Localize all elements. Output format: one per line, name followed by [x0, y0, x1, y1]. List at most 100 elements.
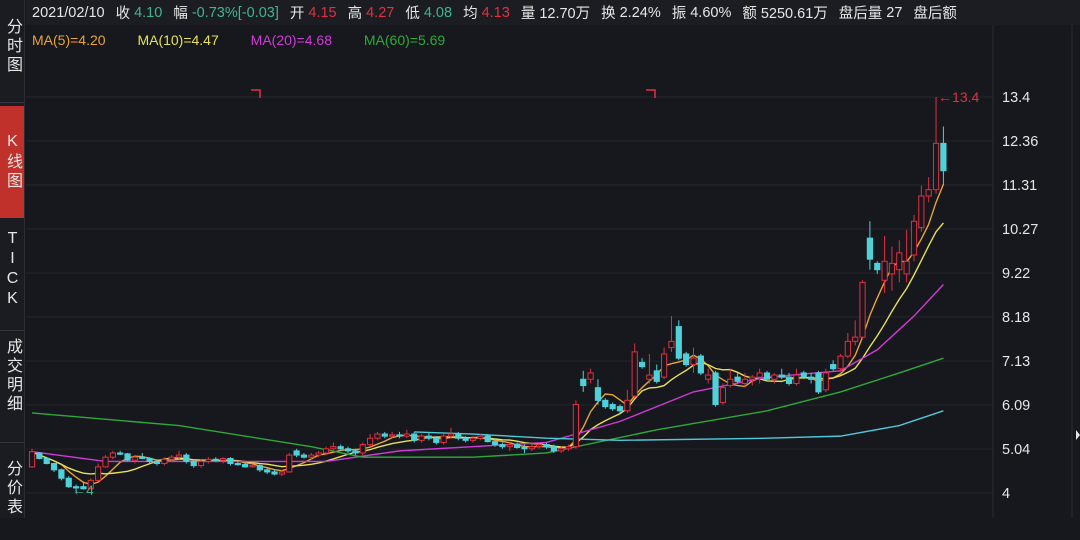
candle — [514, 444, 521, 449]
sidebar-item-tick[interactable]: TICK — [0, 230, 24, 328]
after-amount-label: 盘后额 — [913, 6, 957, 22]
candle — [455, 433, 462, 439]
candle — [477, 435, 484, 439]
date: 2021/02/10 — [32, 4, 105, 21]
change-value: -0.73%[-0.03] — [191, 4, 279, 21]
candle — [580, 378, 587, 387]
candle — [756, 372, 763, 378]
amplitude-value: 4.60% — [690, 4, 732, 21]
candle — [925, 189, 932, 197]
divider — [0, 442, 24, 443]
sidebar-item-trade-detail[interactable]: 成交明细 — [0, 338, 24, 442]
divider — [0, 330, 24, 331]
candle — [249, 465, 256, 468]
candle — [896, 252, 903, 271]
candle — [697, 355, 704, 374]
candle — [918, 195, 925, 229]
candle — [572, 404, 579, 448]
open-label: 开 — [289, 6, 305, 22]
candle — [337, 446, 344, 450]
candle — [396, 434, 403, 437]
candle — [528, 446, 535, 450]
candle — [705, 374, 712, 380]
candle — [278, 471, 286, 475]
change-label: 幅 — [173, 6, 188, 22]
divider — [0, 102, 24, 103]
candle — [888, 262, 896, 275]
candle — [440, 435, 447, 443]
amplitude-label: 振 — [671, 6, 687, 22]
candle — [95, 466, 102, 481]
candle — [683, 353, 690, 366]
sidebar-item-price-table[interactable]: 分价表 — [0, 460, 24, 540]
candle — [131, 456, 139, 461]
candle — [447, 433, 455, 437]
candle — [771, 374, 778, 380]
candle — [109, 452, 116, 458]
avg-value: 4.13 — [481, 4, 510, 21]
sidebar-item-label: 分价表 — [4, 460, 21, 517]
candle — [484, 435, 491, 443]
y-tick-label: 10.27 — [1002, 222, 1038, 238]
candle — [293, 450, 300, 456]
candle — [381, 433, 388, 437]
volume-label: 量 — [520, 6, 536, 22]
candle — [675, 326, 682, 359]
candle — [741, 378, 749, 384]
candle — [881, 260, 888, 281]
candle — [910, 220, 918, 256]
sidebar-item-label: K线图 — [4, 133, 21, 191]
candle — [102, 456, 109, 468]
candle — [690, 357, 697, 366]
candle — [190, 460, 197, 467]
candle — [234, 463, 241, 466]
min-price-marker: ←4 — [72, 482, 94, 498]
low-label: 低 — [405, 6, 420, 22]
candle — [727, 378, 734, 387]
candle — [28, 451, 36, 468]
candle — [668, 340, 675, 349]
close-label: 收 — [115, 6, 131, 22]
candle — [550, 446, 557, 452]
candle — [300, 454, 308, 458]
candle — [822, 372, 829, 391]
candle — [359, 444, 366, 454]
candle — [793, 374, 800, 384]
candle — [719, 387, 726, 403]
candle — [220, 457, 227, 461]
sidebar-item-timeshare[interactable]: 分时图 — [0, 18, 24, 102]
avg-label: 均 — [463, 6, 478, 22]
kline-chart[interactable]: 13.4 12.36 11.31 10.27 9.22 8.18 7.13 6.09 5.04 4… — [26, 25, 1080, 518]
candle — [183, 454, 190, 462]
candle — [117, 452, 124, 455]
candle — [521, 447, 528, 450]
candle — [43, 457, 50, 465]
candle — [491, 441, 499, 446]
candle — [433, 437, 440, 443]
candle — [712, 372, 719, 406]
candle — [367, 437, 374, 446]
open-value: 4.15 — [308, 4, 337, 21]
candle — [558, 448, 565, 452]
candle — [315, 452, 322, 456]
candle — [631, 351, 638, 397]
candle — [469, 437, 477, 441]
max-price-marker: ←13.4 — [938, 89, 979, 105]
y-tick-label: 6.09 — [1002, 398, 1030, 414]
candle — [330, 446, 337, 450]
candle — [242, 463, 249, 468]
sidebar-item-kline[interactable]: K线图 — [0, 106, 24, 218]
candle — [616, 406, 624, 412]
candle — [932, 142, 940, 191]
candle — [602, 399, 609, 408]
candle — [866, 237, 873, 260]
after-volume-label: 盘后量 — [838, 6, 883, 22]
high-label: 高 — [347, 6, 363, 22]
candle — [800, 372, 807, 378]
candle — [418, 435, 425, 441]
sidebar: 分时图 K线图 TICK 成交明细 分价表 — [0, 0, 25, 518]
candle — [425, 435, 432, 439]
candle — [271, 471, 278, 475]
candle — [565, 446, 572, 450]
y-tick-label: 11.31 — [1002, 178, 1037, 194]
